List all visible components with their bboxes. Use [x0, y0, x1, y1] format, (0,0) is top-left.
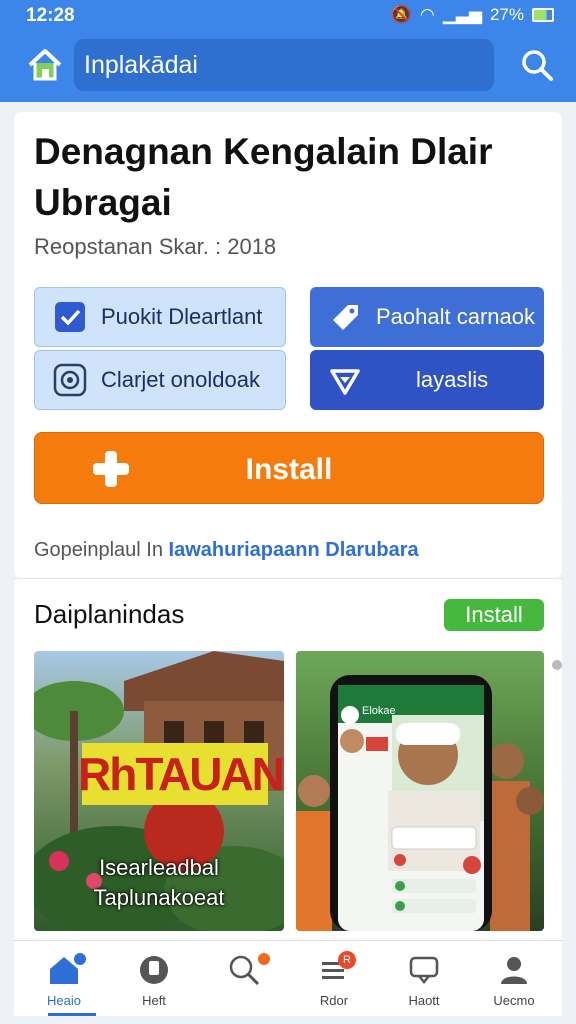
people-illustration: [296, 675, 544, 931]
nav-label-profile: Uecmo: [493, 993, 535, 1008]
wifi-icon: ◠: [419, 5, 435, 24]
search-icon: [229, 955, 260, 986]
home-icon[interactable]: [26, 46, 64, 84]
nav-item-list[interactable]: R Rdor: [298, 949, 370, 1011]
profile-icon: [501, 957, 527, 984]
install-button-label: Install: [245, 453, 333, 486]
notification-dot: [258, 953, 270, 965]
app-title: Denagnan Kengalain Dlair Ubragai: [34, 131, 493, 223]
app-badge-icon: [53, 363, 87, 397]
signal-icon: ▁▃▅: [442, 5, 482, 24]
phone-header-text: Elokae: [362, 705, 396, 717]
install-button[interactable]: Install: [34, 432, 544, 504]
battery-percentage: 27%: [489, 5, 524, 24]
nav-item-profile[interactable]: Uecmo: [478, 949, 550, 1011]
caption-line-2: Taplunakoeat: [93, 885, 225, 910]
notification-dot: [74, 953, 86, 965]
scroll-indicator[interactable]: [552, 660, 562, 670]
section-title: Daiplanindas: [34, 599, 185, 629]
nav-item-chat[interactable]: Haott: [388, 949, 460, 1011]
status-icons: 🔕 ◠ ▁▃▅ 27%: [391, 5, 554, 25]
section-install-button[interactable]: Install: [444, 599, 544, 631]
active-tab-indicator: [48, 1013, 96, 1016]
status-time: 12:28: [26, 5, 75, 26]
caption-line-1: Isearleadbal: [99, 855, 219, 880]
mute-icon: 🔕: [390, 5, 412, 24]
sign-text: RhTAUAN: [78, 748, 284, 800]
nav-label-chat: Haott: [408, 993, 440, 1008]
checkbox-icon: [55, 302, 85, 332]
screenshot-thumbnail-1[interactable]: RhTAUAN Isearleadbal Taplunakoeat: [34, 651, 284, 931]
apps-icon: [140, 956, 168, 984]
chip-label-4: layaslis: [416, 367, 489, 392]
chip-button-1[interactable]: Puokit Dleartlant: [34, 287, 286, 347]
provider-link[interactable]: Iawahuriapaann Dlarubara: [169, 539, 419, 561]
battery-icon: [532, 8, 554, 22]
search-icon[interactable]: [520, 48, 554, 82]
nav-label-list: Rdor: [319, 993, 349, 1008]
chip-button-2[interactable]: Paohalt carnaok: [310, 287, 544, 347]
chip-label-3: Clarjet onoldoak: [101, 367, 260, 392]
nav-label-home: Heaio: [47, 993, 81, 1008]
chip-label-1: Puokit Dleartlant: [101, 304, 263, 329]
bottom-navigation: Heaio Heft R Rdor Haott Uecmo: [14, 940, 562, 1016]
status-bar: 12:28 🔕 ◠ ▁▃▅ 27%: [0, 0, 576, 32]
nav-item-apps[interactable]: Heft: [118, 949, 190, 1011]
chip-button-3[interactable]: Clarjet onoldoak: [34, 350, 286, 410]
provider-line: Gopeinplaul In Iawahuriapaann Dlarubara: [34, 539, 419, 562]
app-detail-card: Denagnan Kengalain Dlair Ubragai Reopsta…: [14, 112, 562, 578]
screenshots-section: Daiplanindas Install RhTAUAN Isearleadba…: [14, 578, 562, 940]
app-subtitle: Reopstanan Skar. : 2018: [34, 234, 277, 259]
nav-label-apps: Heft: [142, 993, 166, 1008]
tag-icon: [333, 305, 358, 330]
nav-item-search[interactable]: [208, 949, 280, 1011]
chip-label-2: Paohalt carnaok: [376, 304, 535, 329]
provider-prefix: Gopeinplaul In: [34, 539, 163, 561]
send-icon: [330, 369, 360, 395]
list-badge: R: [338, 951, 356, 969]
screenshot-thumbnail-2[interactable]: Elokae: [296, 651, 544, 931]
chip-button-4[interactable]: layaslis: [310, 350, 544, 410]
nav-item-home[interactable]: Heaio: [28, 949, 100, 1011]
app-bar: 12:28 🔕 ◠ ▁▃▅ 27% Inplakādai: [0, 0, 576, 102]
chat-icon: [409, 956, 439, 984]
search-input[interactable]: Inplakādai: [74, 39, 494, 91]
thumbnail-caption: Isearleadbal Taplunakoeat: [34, 853, 284, 913]
